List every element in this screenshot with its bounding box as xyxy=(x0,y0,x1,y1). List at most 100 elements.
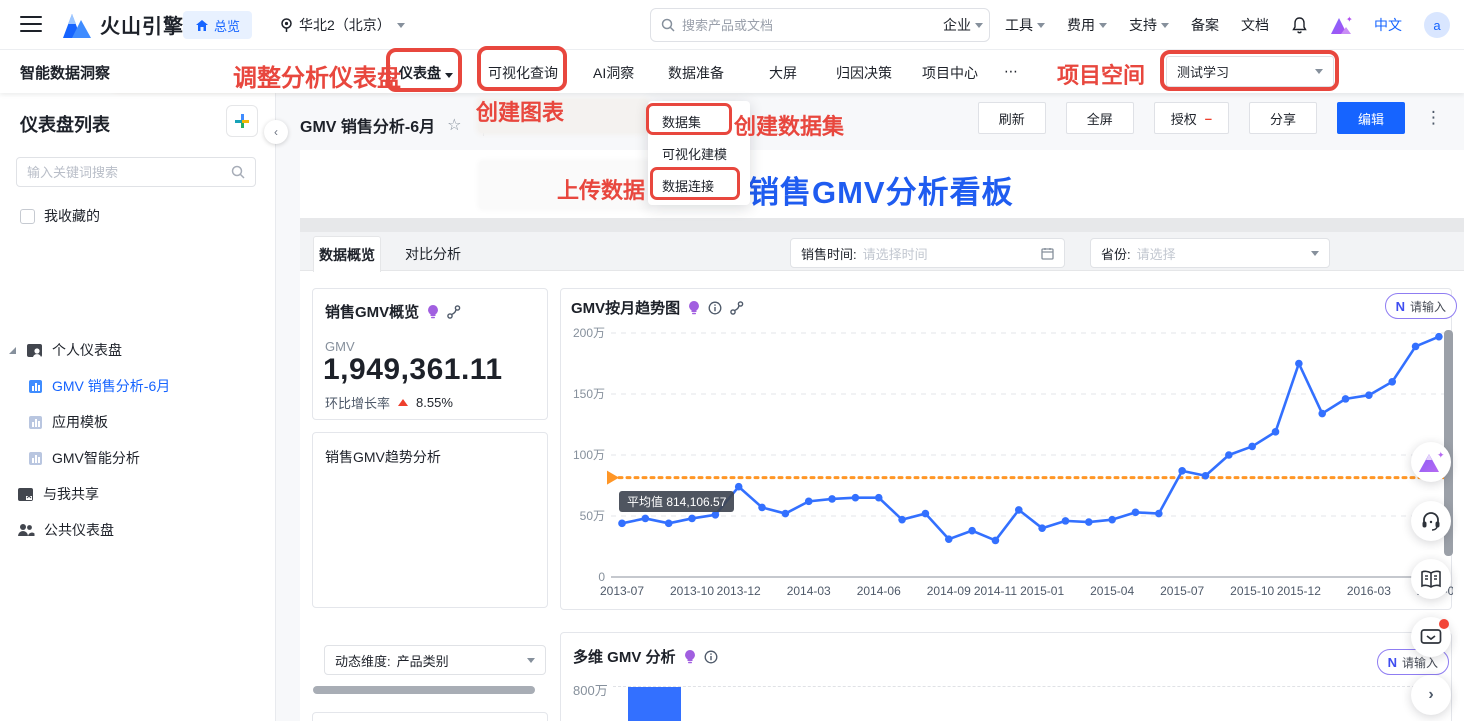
share-button[interactable]: 分享 xyxy=(1249,102,1317,134)
region-selector[interactable]: 华北2（北京） xyxy=(280,15,405,35)
sidebar-item-public-dashboards[interactable]: 公共仪表盘 xyxy=(17,520,114,540)
authorize-button[interactable]: 授权 – xyxy=(1153,102,1229,134)
metric-label: GMV xyxy=(325,339,355,354)
card-title: 销售GMV趋势分析 xyxy=(325,449,441,465)
line-chart[interactable]: 0 50万 100万 150万 200万 2013-07 2013-10 2013-12 201… xyxy=(561,323,1453,609)
collapse-float-button[interactable]: › xyxy=(1411,675,1451,715)
redacted-blur xyxy=(478,99,648,133)
time-filter[interactable]: 销售时间: 请选择时间 xyxy=(790,238,1065,268)
dashboard-doc-icon xyxy=(29,451,42,465)
notification-bell-icon[interactable] xyxy=(1291,16,1308,34)
nav-visual-query[interactable]: 可视化查询 xyxy=(488,63,558,83)
ai-logo-icon: N xyxy=(1387,654,1397,670)
location-pin-icon xyxy=(280,17,293,33)
hamburger-menu-icon[interactable] xyxy=(20,16,42,32)
mom-value: 8.55% xyxy=(416,395,453,410)
tree-expand-icon[interactable] xyxy=(8,346,17,355)
menu-billing[interactable]: 费用 xyxy=(1067,15,1107,35)
docs-book-float-button[interactable] xyxy=(1411,559,1451,599)
relation-icon[interactable] xyxy=(447,304,461,319)
card-below-left xyxy=(312,712,548,721)
insight-bulb-icon[interactable] xyxy=(688,300,700,315)
tab-comparison[interactable]: 对比分析 xyxy=(405,236,461,271)
nav-dashboard[interactable]: 仪表盘 xyxy=(399,63,453,83)
menu-item-data-connection[interactable]: 数据连接 xyxy=(648,169,750,201)
tab-data-overview[interactable]: 数据概览 xyxy=(313,236,381,272)
card-title: GMV按月趋势图 xyxy=(571,300,681,317)
chevron-down-icon xyxy=(527,657,535,663)
banner-divider xyxy=(300,218,1464,232)
dynamic-dimension-select[interactable]: 动态维度: 产品类别 xyxy=(324,645,546,675)
nav-more[interactable]: ⋯ xyxy=(1004,63,1020,80)
edit-button[interactable]: 编辑 xyxy=(1337,102,1405,134)
svg-text:2013-07: 2013-07 xyxy=(600,584,644,598)
horizontal-scrollbar[interactable] xyxy=(313,686,535,694)
sidebar-item-gmv-smart-analysis[interactable]: GMV智能分析 xyxy=(28,448,140,468)
insight-bulb-icon[interactable] xyxy=(684,649,696,664)
more-actions-icon[interactable]: ⋮ xyxy=(1425,109,1442,126)
sidebar-item-app-template[interactable]: 应用模板 xyxy=(28,412,108,432)
svg-text:50万: 50万 xyxy=(580,509,605,523)
home-icon xyxy=(195,19,209,32)
info-icon[interactable] xyxy=(704,650,718,664)
brand-logo[interactable]: 火山引擎 xyxy=(62,10,184,39)
info-icon[interactable] xyxy=(708,301,722,315)
calendar-icon xyxy=(1041,247,1054,260)
fullscreen-button[interactable]: 全屏 xyxy=(1065,102,1134,134)
svg-text:2014-03: 2014-03 xyxy=(787,584,831,598)
menu-item-dataset[interactable]: 数据集 xyxy=(648,105,750,137)
menu-icp[interactable]: 备案 xyxy=(1191,15,1219,35)
chevron-down-icon xyxy=(444,73,453,78)
sidebar-collapse-button[interactable]: ‹ xyxy=(264,120,288,144)
menu-docs[interactable]: 文档 xyxy=(1241,15,1269,35)
sidebar-search[interactable] xyxy=(16,157,256,187)
menu-enterprise[interactable]: 企业 xyxy=(943,15,983,35)
relation-icon[interactable] xyxy=(730,300,744,315)
add-dashboard-button[interactable] xyxy=(226,105,258,137)
global-search[interactable] xyxy=(650,8,990,42)
sidebar-item-personal-dashboards[interactable]: 个人仪表盘 xyxy=(8,340,122,360)
support-headset-float-button[interactable] xyxy=(1411,501,1451,541)
search-icon xyxy=(661,18,675,32)
star-favorite-icon[interactable]: ☆ xyxy=(447,115,461,135)
menu-tools[interactable]: 工具 xyxy=(1005,15,1045,35)
region-label: 华北2（北京） xyxy=(299,17,391,33)
menu-support[interactable]: 支持 xyxy=(1129,15,1169,35)
favorites-filter[interactable]: 我收藏的 xyxy=(20,206,100,226)
sidebar-search-input[interactable] xyxy=(27,164,207,180)
dashboard-doc-icon xyxy=(29,415,42,429)
metric-value: 1,949,361.11 xyxy=(323,353,503,386)
favorites-checkbox[interactable] xyxy=(20,208,35,224)
insight-bulb-icon[interactable] xyxy=(427,304,439,319)
avatar[interactable]: a xyxy=(1424,12,1450,38)
ai-logo-icon: N xyxy=(1395,298,1405,314)
authorize-badge: – xyxy=(1204,110,1212,126)
nav-ai-insight[interactable]: AI洞察 xyxy=(593,63,634,83)
bar[interactable] xyxy=(628,687,681,721)
feedback-chat-float-button[interactable] xyxy=(1411,617,1451,657)
sidebar-item-gmv-sales-june[interactable]: GMV 销售分析-6月 xyxy=(28,376,170,396)
nav-project-center[interactable]: 项目中心 xyxy=(922,63,978,83)
chevron-down-icon xyxy=(1315,69,1323,74)
province-filter[interactable]: 省份: 请选择 xyxy=(1090,238,1330,268)
workspace-select[interactable]: 测试学习 xyxy=(1166,56,1334,87)
nav-data-prep[interactable]: 数据准备 xyxy=(668,63,724,83)
ai-query-input[interactable]: N 请输入 xyxy=(1384,293,1457,319)
svg-text:✦: ✦ xyxy=(1437,451,1444,460)
refresh-button[interactable]: 刷新 xyxy=(977,102,1046,134)
sidebar-item-shared-with-me[interactable]: 与我共享 xyxy=(17,484,99,504)
nav-attribution[interactable]: 归因决策 xyxy=(836,63,892,83)
search-input[interactable] xyxy=(682,17,942,33)
svg-text:150万: 150万 xyxy=(573,387,605,401)
product-title: 智能数据洞察 xyxy=(20,65,111,82)
workspace-value: 测试学习 xyxy=(1177,65,1230,80)
notification-dot xyxy=(1439,619,1449,629)
ai-assistant-float-button[interactable]: ✦ xyxy=(1411,442,1451,482)
language-switch[interactable]: 中文 xyxy=(1374,15,1402,35)
nav-bigscreen[interactable]: 大屏 xyxy=(769,63,797,83)
shared-icon xyxy=(18,487,33,501)
overview-button[interactable]: 总览 xyxy=(183,11,253,39)
ai-assistant-icon[interactable]: ✦ xyxy=(1330,15,1352,35)
sidebar-title: 仪表盘列表 xyxy=(20,115,110,135)
menu-item-visual-modeling[interactable]: 可视化建模 xyxy=(648,137,750,169)
